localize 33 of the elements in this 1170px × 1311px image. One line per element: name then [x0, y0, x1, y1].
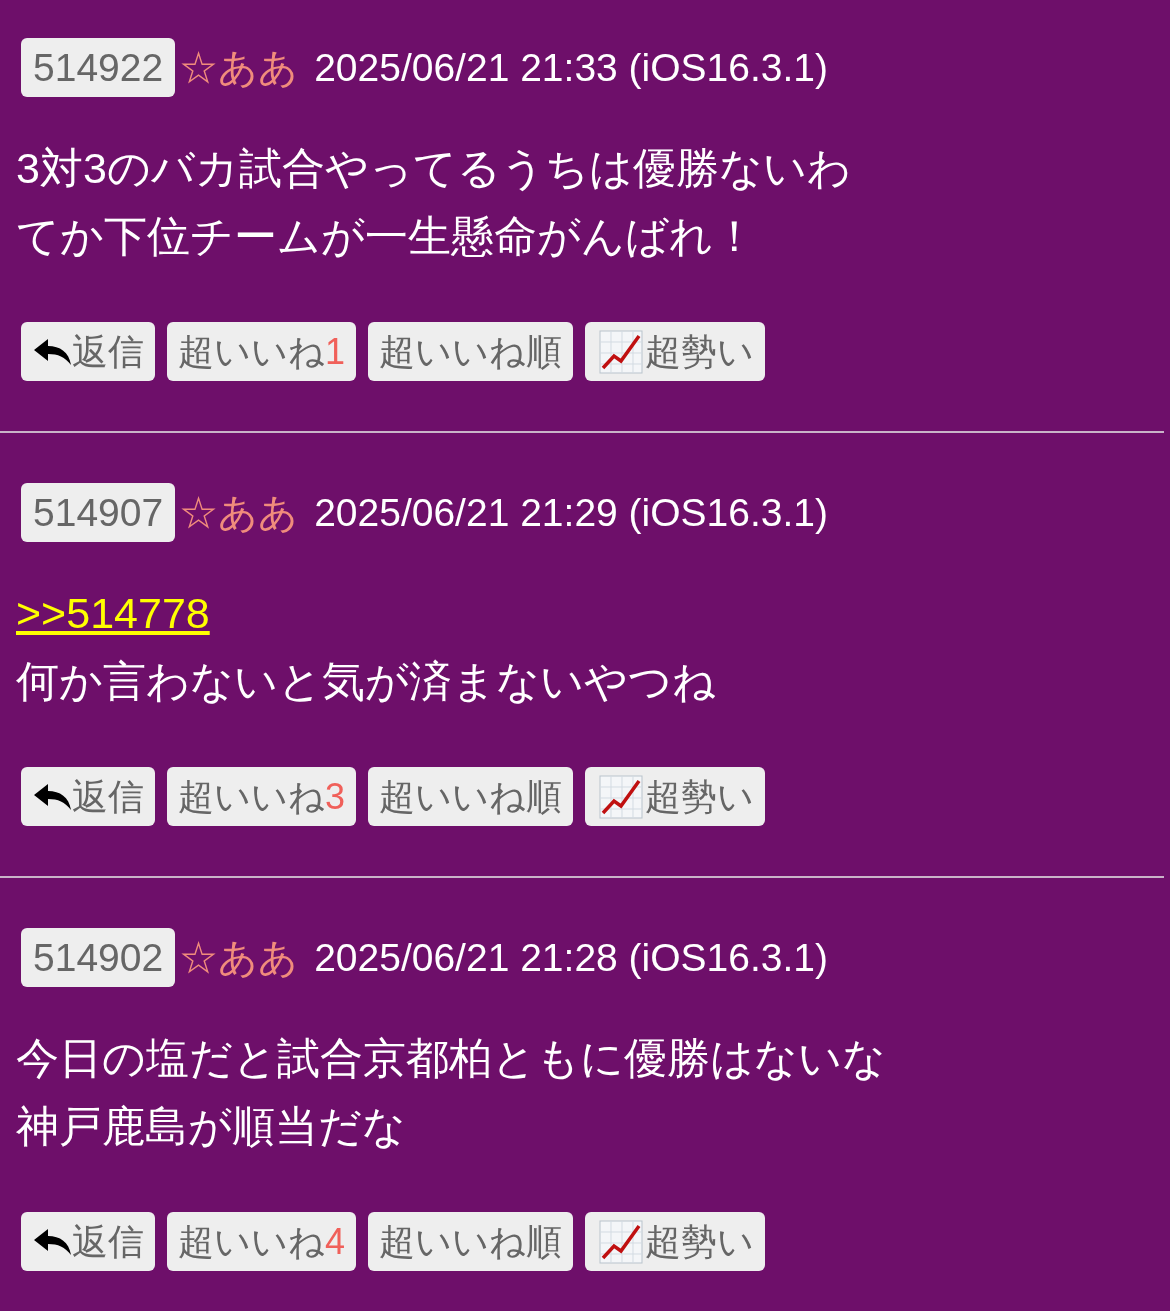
reply-link[interactable]: >>514778: [16, 589, 210, 637]
like-button[interactable]: 超いいね3: [167, 767, 357, 826]
poster-name: ☆ああ: [179, 44, 299, 91]
post-text: てか下位チームが一生懸命がんばれ！: [16, 212, 756, 260]
post-number: 514907: [21, 483, 176, 542]
like-button[interactable]: 超いいね1: [167, 322, 357, 381]
sort-by-likes-button[interactable]: 超いいね順: [368, 767, 574, 826]
poster-name: ☆ああ: [179, 934, 299, 981]
reply-arrow-icon: [32, 337, 72, 366]
like-button[interactable]: 超いいね4: [167, 1212, 357, 1271]
reply-button[interactable]: 返信: [21, 1212, 155, 1271]
sort-by-likes-button[interactable]: 超いいね順: [368, 322, 574, 381]
chart-icon: [599, 774, 644, 819]
trend-button[interactable]: 超勢い: [585, 767, 766, 826]
post-text: 3対3のバカ試合やってるうちは優勝ないわ: [16, 144, 851, 192]
post-text: 何か言わないと気が済まないやつね: [16, 657, 716, 705]
post-text: 今日の塩だと試合京都柏ともに優勝はないな: [16, 1034, 886, 1082]
trend-button[interactable]: 超勢い: [585, 322, 766, 381]
poster-name: ☆ああ: [179, 489, 299, 536]
trend-button[interactable]: 超勢い: [585, 1212, 766, 1271]
post-date: 2025/06/21 21:33 (iOS16.3.1): [314, 44, 828, 91]
sort-by-likes-button[interactable]: 超いいね順: [368, 1212, 574, 1271]
post-number: 514922: [21, 38, 176, 97]
chart-icon: [599, 329, 644, 374]
post-text: 神戸鹿島が順当だな: [16, 1102, 406, 1150]
post-date: 2025/06/21 21:29 (iOS16.3.1): [314, 489, 828, 536]
reply-arrow-icon: [32, 1227, 72, 1256]
chart-icon: [599, 1219, 644, 1264]
post-date: 2025/06/21 21:28 (iOS16.3.1): [314, 934, 828, 981]
reply-arrow-icon: [32, 782, 72, 811]
post-number: 514902: [21, 928, 176, 987]
reply-button[interactable]: 返信: [21, 322, 155, 381]
reply-button[interactable]: 返信: [21, 767, 155, 826]
